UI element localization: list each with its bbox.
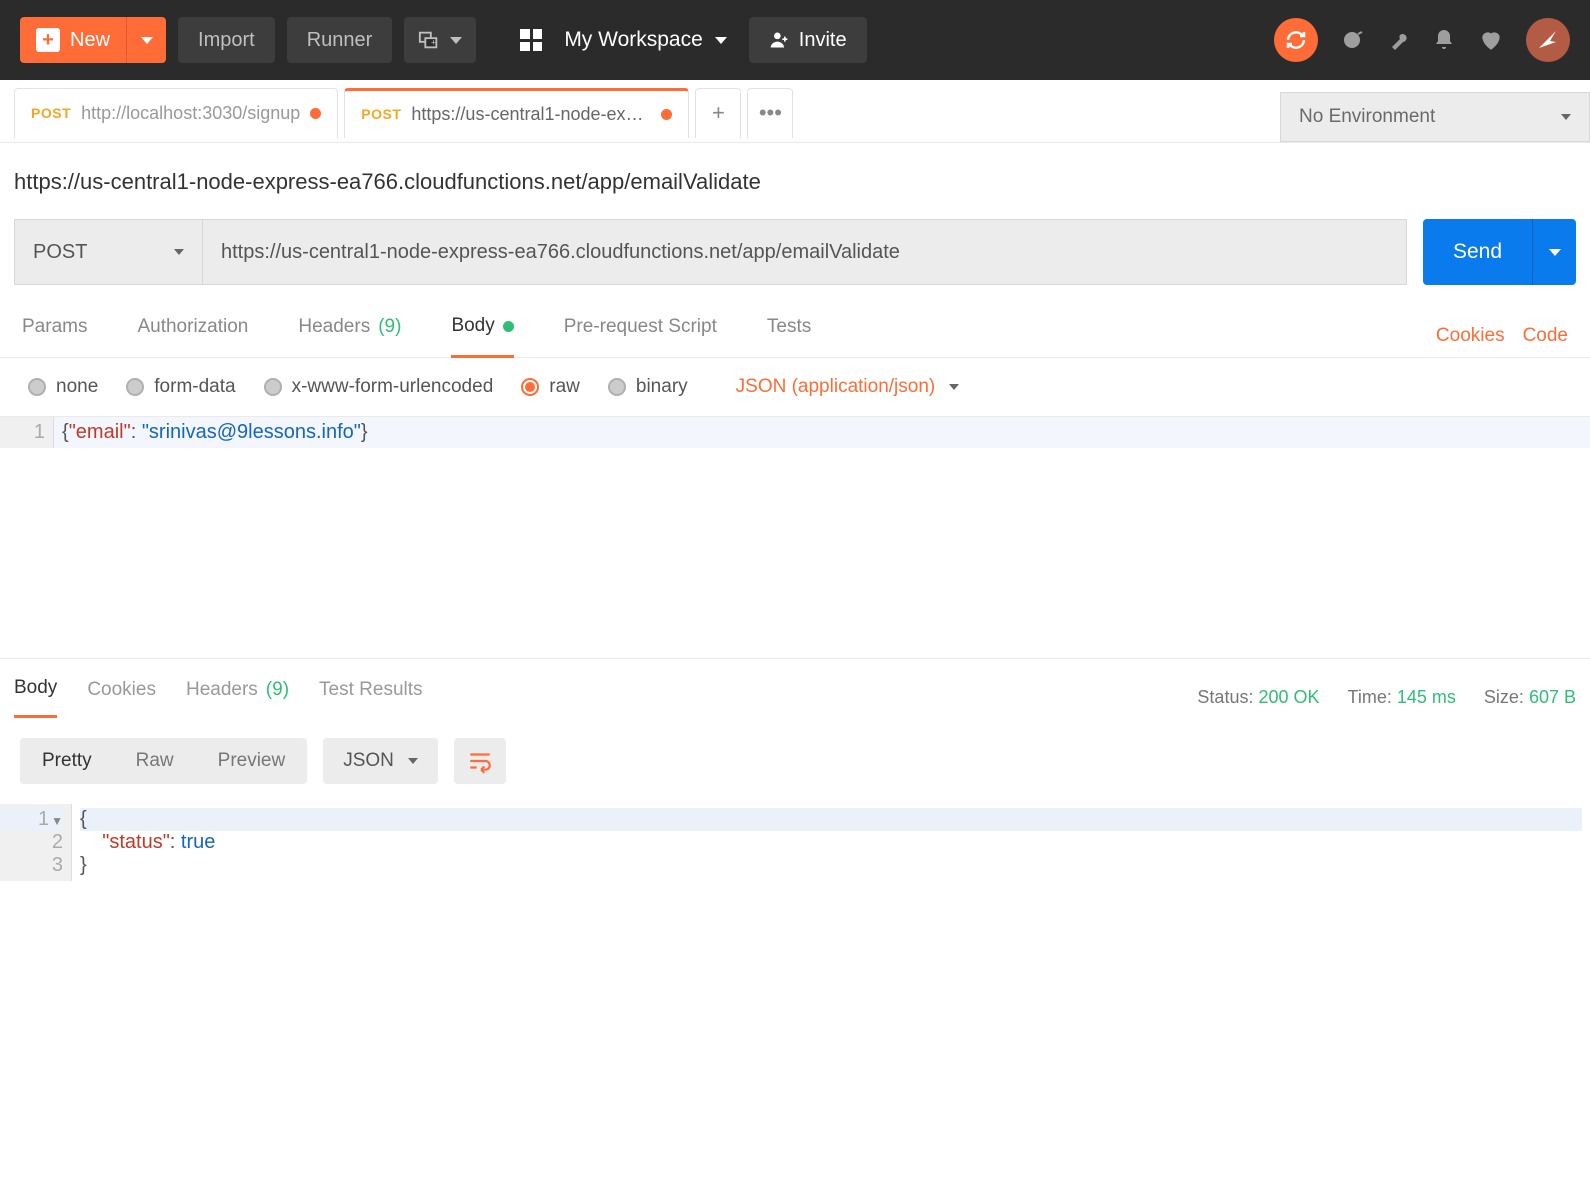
main-toolbar: + New Import Runner + My Workspace Invit… — [0, 0, 1590, 80]
tab-body[interactable]: Body — [451, 315, 513, 358]
heart-icon[interactable] — [1478, 27, 1504, 53]
content-type-dropdown[interactable]: JSON (application/json) — [736, 376, 960, 398]
format-group: Pretty Raw Preview — [20, 738, 307, 784]
request-title: https://us-central1-node-express-ea766.c… — [0, 143, 1590, 219]
request-body-editor[interactable]: 1 {"email": "srinivas@9lessons.info"} — [0, 416, 1590, 448]
tab-1[interactable]: POST http://localhost:3030/signup — [14, 88, 338, 138]
tab-prerequest[interactable]: Pre-request Script — [564, 316, 717, 356]
wrap-lines-icon[interactable] — [454, 738, 506, 784]
plus-icon: + — [36, 28, 60, 52]
new-dropdown[interactable] — [126, 17, 166, 63]
url-input[interactable] — [202, 219, 1407, 285]
body-indicator-icon — [503, 321, 514, 332]
request-sub-tabs: Params Authorization Headers (9) Body Pr… — [0, 285, 1590, 358]
response-format-row: Pretty Raw Preview JSON — [0, 718, 1590, 804]
svg-text:+: + — [431, 38, 436, 48]
environment-dropdown[interactable]: No Environment — [1280, 92, 1590, 142]
capture-icon[interactable] — [1340, 28, 1364, 52]
add-tab-button[interactable]: + — [695, 88, 741, 138]
tab-params[interactable]: Params — [22, 316, 87, 356]
response-tabs: Body Cookies Headers (9) Test Results St… — [0, 659, 1590, 718]
response-lang-dropdown[interactable]: JSON — [323, 738, 438, 784]
body-binary[interactable]: binary — [608, 376, 688, 398]
new-button[interactable]: + New — [20, 17, 166, 63]
invite-button[interactable]: Invite — [749, 17, 867, 63]
new-label: New — [70, 29, 110, 52]
tab-2[interactable]: POST https://us-central1-node-expres — [344, 88, 689, 138]
code-link[interactable]: Code — [1523, 325, 1568, 347]
request-tabs: POST http://localhost:3030/signup POST h… — [0, 83, 1260, 143]
cookies-link[interactable]: Cookies — [1436, 325, 1505, 347]
body-options: none form-data x-www-form-urlencoded raw… — [0, 358, 1590, 416]
method-badge: POST — [361, 106, 401, 122]
unsaved-dot-icon — [661, 109, 672, 120]
method-select[interactable]: POST — [14, 219, 202, 285]
tab-title: http://localhost:3030/signup — [81, 103, 300, 124]
send-dropdown[interactable] — [1532, 219, 1576, 285]
tab-tests[interactable]: Tests — [767, 316, 811, 356]
fmt-pretty[interactable]: Pretty — [20, 738, 114, 784]
response-meta: Status: 200 OK Time: 145 ms Size: 607 B — [1197, 687, 1576, 708]
import-button[interactable]: Import — [178, 17, 275, 63]
response-body-editor[interactable]: 1▼ 2 3 { "status": true } — [0, 804, 1590, 881]
user-avatar[interactable] — [1526, 18, 1570, 62]
resp-tab-headers[interactable]: Headers (9) — [186, 679, 289, 717]
runner-button[interactable]: Runner — [287, 17, 393, 63]
body-urlencoded[interactable]: x-www-form-urlencoded — [264, 376, 494, 398]
resp-tab-cookies[interactable]: Cookies — [87, 679, 156, 717]
sync-icon[interactable] — [1274, 18, 1318, 62]
tab-options-button[interactable]: ••• — [747, 88, 793, 138]
send-button[interactable]: Send — [1423, 219, 1576, 285]
response-panel: Body Cookies Headers (9) Test Results St… — [0, 658, 1590, 881]
body-form-data[interactable]: form-data — [126, 376, 235, 398]
unsaved-dot-icon — [310, 108, 321, 119]
body-raw[interactable]: raw — [521, 376, 580, 398]
bell-icon[interactable] — [1432, 28, 1456, 52]
workspace-grid-icon[interactable] — [520, 29, 542, 51]
tab-headers[interactable]: Headers (9) — [298, 316, 401, 356]
tab-authorization[interactable]: Authorization — [137, 316, 248, 356]
resp-tab-tests[interactable]: Test Results — [319, 679, 422, 717]
request-row: POST Send — [0, 219, 1590, 285]
fmt-raw[interactable]: Raw — [114, 738, 196, 784]
resp-tab-body[interactable]: Body — [14, 677, 57, 718]
fmt-preview[interactable]: Preview — [196, 738, 308, 784]
new-tab-icon-button[interactable]: + — [404, 17, 476, 63]
tab-title: https://us-central1-node-expres — [411, 104, 651, 125]
method-badge: POST — [31, 105, 71, 121]
wrench-icon[interactable] — [1386, 28, 1410, 52]
workspace-selector[interactable]: My Workspace — [554, 28, 736, 52]
body-none[interactable]: none — [28, 376, 98, 398]
